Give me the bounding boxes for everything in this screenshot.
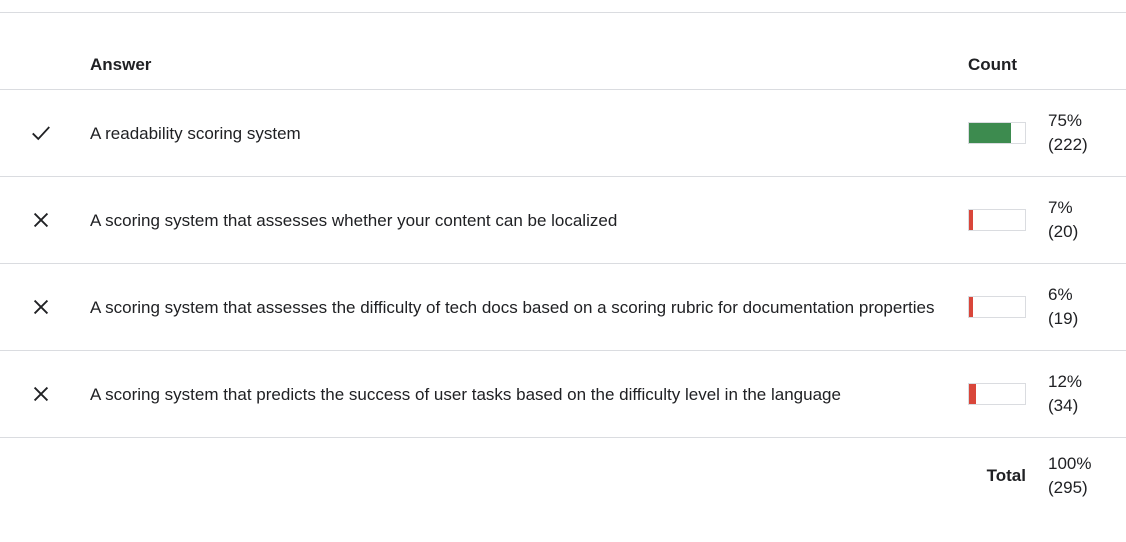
percent-cell: 7% (20) [1048,176,1126,264]
table-row: A scoring system that assesses the diffi… [0,263,1126,351]
results-table: Answer Count A readability scoring syste… [0,40,1126,514]
table-row: A readability scoring system 75% (222) [0,89,1126,177]
table-header-row: Answer Count [0,40,1126,90]
count-value: (222) [1048,135,1088,154]
status-cell [0,263,90,351]
close-icon [33,299,49,315]
close-icon [33,212,49,228]
total-cell: 100% (295) [1048,438,1126,515]
percent-cell: 6% (19) [1048,263,1126,351]
status-cell [0,176,90,264]
percent-column-header [1048,40,1126,90]
total-label: Total [986,466,1026,485]
total-count: (295) [1048,478,1088,497]
results-panel: Answer Count A readability scoring syste… [0,0,1126,542]
check-icon [32,126,50,141]
status-cell [0,89,90,177]
percent-cell: 75% (222) [1048,89,1126,177]
count-value: (20) [1048,222,1079,241]
answer-rows: A readability scoring system 75% (222) A … [0,89,1126,438]
percent-cell: 12% (34) [1048,350,1126,438]
percent-value: 12% [1048,372,1083,391]
count-column-header: Count [968,40,1048,90]
count-value: (19) [1048,309,1079,328]
bar-cell [968,176,1048,264]
icon-column-header [0,40,90,90]
count-value: (34) [1048,396,1079,415]
bar-cell [968,350,1048,438]
percent-value: 6% [1048,285,1073,304]
bar-cell [968,263,1048,351]
count-bar-fill [969,297,973,317]
count-bar [968,383,1026,405]
table-row: A scoring system that predicts the succe… [0,350,1126,438]
count-bar-fill [969,123,1011,143]
answer-text: A scoring system that assesses whether y… [90,176,968,264]
status-cell [0,350,90,438]
answer-text: A scoring system that predicts the succe… [90,350,968,438]
answer-column-header: Answer [90,40,968,90]
percent-value: 7% [1048,198,1073,217]
count-bar [968,209,1026,231]
answer-text: A scoring system that assesses the diffi… [90,263,968,351]
close-icon [33,386,49,402]
bar-cell [968,89,1048,177]
count-bar-fill [969,210,973,230]
total-percent: 100% [1048,454,1092,473]
count-bar [968,296,1026,318]
percent-value: 75% [1048,111,1083,130]
count-bar-fill [969,384,976,404]
top-divider [0,12,1126,13]
total-row: Total 100% (295) [0,438,1126,515]
count-bar [968,122,1026,144]
table-row: A scoring system that assesses whether y… [0,176,1126,264]
answer-text: A readability scoring system [90,89,968,177]
